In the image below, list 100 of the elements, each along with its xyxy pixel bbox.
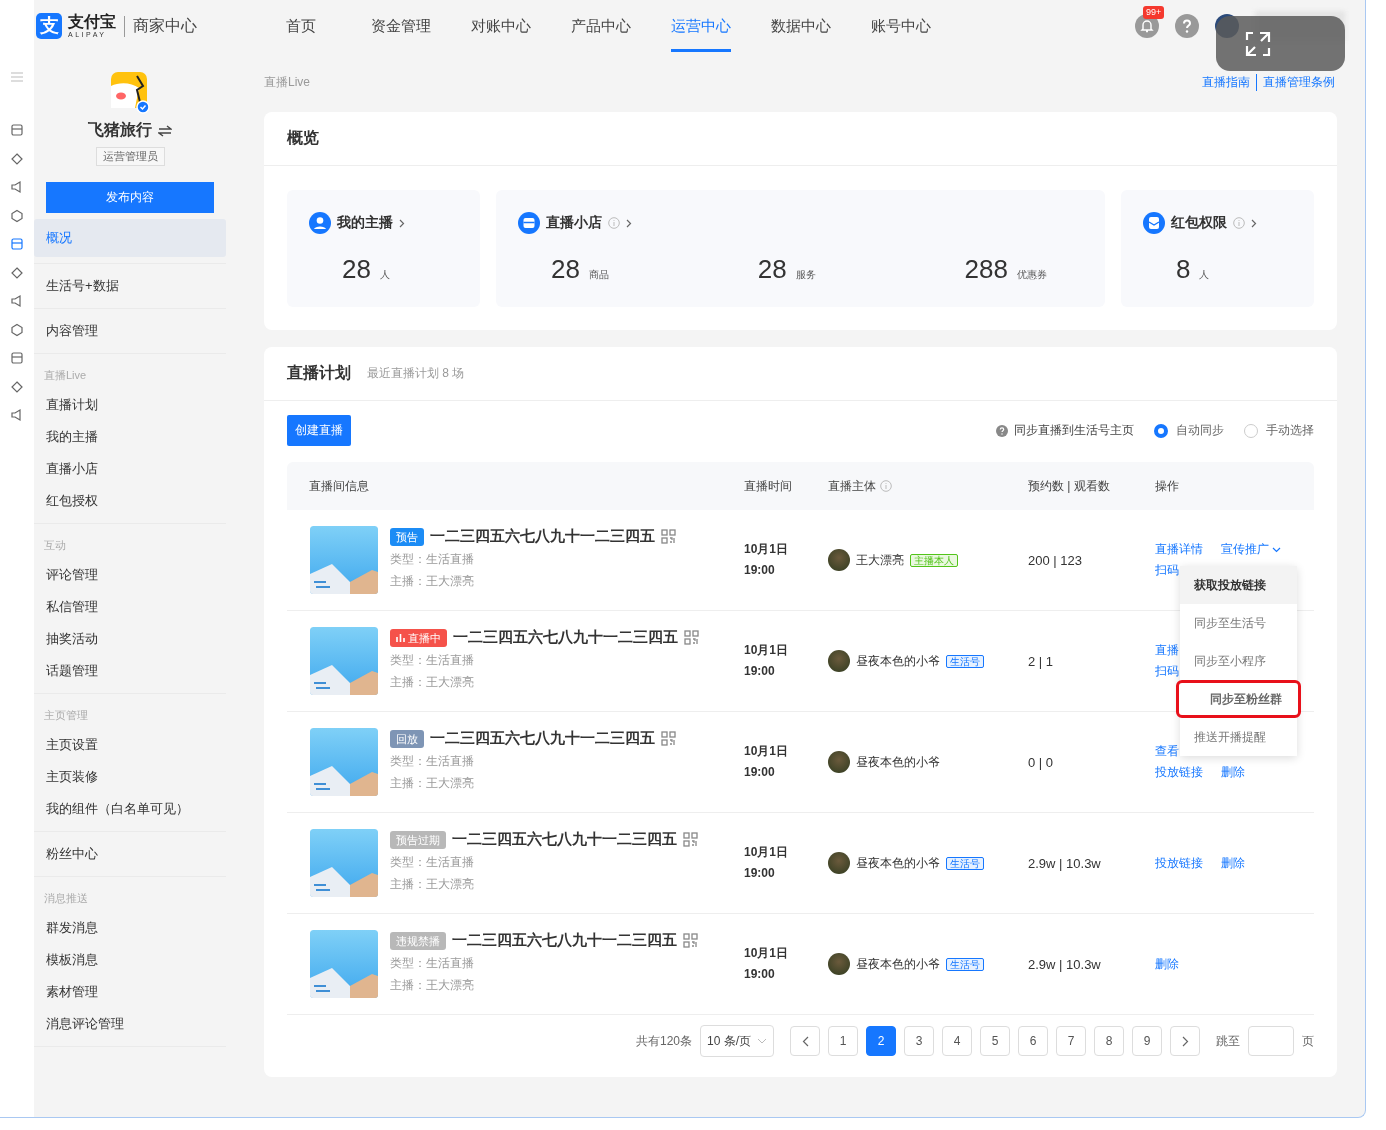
- nav-icon[interactable]: [10, 294, 24, 308]
- qr-code-icon[interactable]: [683, 933, 698, 948]
- action-link[interactable]: 扫码: [1155, 562, 1179, 579]
- page-button[interactable]: 3: [904, 1026, 934, 1056]
- qr-code-icon[interactable]: [661, 731, 676, 746]
- page-button[interactable]: 4: [942, 1026, 972, 1056]
- nav-icon[interactable]: [10, 123, 24, 137]
- fullscreen-button[interactable]: [1216, 16, 1345, 71]
- sidebar-item[interactable]: 概况: [34, 219, 226, 257]
- page-button[interactable]: 5: [980, 1026, 1010, 1056]
- count-cell-text: 2 | 1: [1028, 653, 1055, 669]
- sidebar-item[interactable]: 评论管理: [34, 559, 226, 591]
- live-date: 10月1日: [744, 642, 790, 659]
- nav-icon[interactable]: [10, 151, 24, 166]
- live-time: 19:00: [744, 562, 776, 579]
- stat-value: 28: [757, 254, 787, 285]
- column-header: 直播时间: [744, 477, 792, 495]
- radio-option[interactable]: 手动选择: [1244, 422, 1314, 439]
- sidebar-item[interactable]: 内容管理: [34, 315, 226, 347]
- sidebar-item[interactable]: 消息评论管理: [34, 1008, 226, 1040]
- sidebar-item[interactable]: 话题管理: [34, 655, 226, 687]
- sidebar-item[interactable]: 抽奖活动: [34, 623, 226, 655]
- page-size-select[interactable]: 10 条/页: [700, 1025, 774, 1057]
- column-header: 操作: [1155, 477, 1179, 495]
- sidebar-item[interactable]: 模板消息: [34, 944, 226, 976]
- page-input[interactable]: [1248, 1026, 1294, 1056]
- help-link[interactable]: 直播管理条例: [1256, 73, 1337, 91]
- subject-tag: 生活号: [946, 654, 984, 668]
- sidebar-item[interactable]: 直播小店: [34, 453, 226, 485]
- nav-icon[interactable]: [10, 180, 24, 194]
- stat-card[interactable]: 我的主播 28 人: [287, 190, 480, 307]
- nav-tab[interactable]: 对账中心: [471, 0, 531, 52]
- nav-icon[interactable]: [10, 379, 24, 394]
- subject-name: 昼夜本色的小爷: [856, 753, 940, 771]
- chevron-right-icon: [399, 218, 405, 228]
- qr-code-icon[interactable]: [683, 832, 698, 847]
- subject-name: 昼夜本色的小爷: [856, 652, 940, 670]
- action-link[interactable]: 投放链接: [1155, 764, 1203, 781]
- publish-button[interactable]: 发布内容: [46, 182, 214, 213]
- nav-icon[interactable]: [10, 208, 24, 223]
- page-button[interactable]: 9: [1132, 1026, 1162, 1056]
- radio-option[interactable]: 自动同步: [1154, 422, 1224, 439]
- menu-item[interactable]: 同步至小程序: [1180, 642, 1297, 680]
- page-button[interactable]: 1: [828, 1026, 858, 1056]
- avatar: [828, 751, 850, 773]
- menu-item[interactable]: 同步至生活号: [1180, 604, 1297, 642]
- column-header: 直播主体: [828, 477, 876, 495]
- help-icon[interactable]: [1175, 14, 1199, 38]
- nav-icon[interactable]: [10, 322, 24, 337]
- swap-icon[interactable]: [158, 124, 172, 137]
- nav-tab[interactable]: 资金管理: [371, 0, 431, 52]
- sidebar-item[interactable]: 直播计划: [34, 389, 226, 421]
- account-name: 飞猪旅行: [88, 120, 152, 140]
- help-link[interactable]: 直播指南: [1196, 73, 1256, 91]
- stat-card[interactable]: 直播小店 28 商品 28 服务 288 优惠券: [496, 190, 1105, 307]
- action-link[interactable]: 投放链接: [1155, 854, 1203, 872]
- count-cell-text: 0 | 0: [1028, 754, 1055, 770]
- info-icon: [608, 217, 620, 229]
- menu-item[interactable]: 获取投放链接: [1180, 566, 1297, 604]
- live-time: 19:00: [744, 764, 776, 781]
- dropdown-link[interactable]: 宣传推广: [1221, 541, 1281, 558]
- page-button[interactable]: 6: [1018, 1026, 1048, 1056]
- page-button[interactable]: 2: [866, 1026, 896, 1056]
- sidebar-item[interactable]: 我的组件（白名单可见）: [34, 793, 226, 825]
- nav-icon[interactable]: [10, 351, 24, 365]
- qr-code-icon[interactable]: [661, 529, 676, 544]
- sidebar-item[interactable]: 私信管理: [34, 591, 226, 623]
- sidebar-item[interactable]: 我的主播: [34, 421, 226, 453]
- action-link[interactable]: 直播: [1155, 642, 1179, 659]
- action-link[interactable]: 删除: [1221, 854, 1245, 872]
- page-button[interactable]: 7: [1056, 1026, 1086, 1056]
- action-link[interactable]: 扫码: [1155, 663, 1179, 680]
- nav-tab[interactable]: 账号中心: [871, 0, 931, 52]
- action-link[interactable]: 查看: [1155, 743, 1179, 760]
- action-link[interactable]: 删除: [1221, 764, 1245, 781]
- sidebar-item[interactable]: 群发消息: [34, 912, 226, 944]
- sidebar-item[interactable]: 红包授权: [34, 485, 226, 517]
- nav-tab[interactable]: 首页: [271, 0, 331, 52]
- menu-item[interactable]: 同步至粉丝群: [1176, 680, 1301, 718]
- nav-tab[interactable]: 数据中心: [771, 0, 831, 52]
- menu-item[interactable]: 推送开播提醒: [1180, 718, 1297, 756]
- nav-tab[interactable]: 运营中心: [671, 0, 731, 52]
- action-link[interactable]: 直播详情: [1155, 541, 1203, 558]
- chevron-right-icon: [1251, 218, 1257, 228]
- nav-icon[interactable]: [10, 237, 24, 251]
- nav-icon[interactable]: [10, 408, 24, 422]
- sidebar-item[interactable]: 生活号+数据: [34, 270, 226, 302]
- live-host: 主播：王大漂亮: [390, 775, 475, 792]
- nav-tab[interactable]: 产品中心: [571, 0, 631, 52]
- sidebar-item[interactable]: 主页设置: [34, 729, 226, 761]
- sidebar-item[interactable]: 粉丝中心: [34, 838, 226, 870]
- sidebar-item[interactable]: 素材管理: [34, 976, 226, 1008]
- action-link[interactable]: 删除: [1155, 955, 1179, 973]
- sidebar-item[interactable]: 主页装修: [34, 761, 226, 793]
- nav-icon[interactable]: [10, 265, 24, 280]
- sync-label: 同步直播到生活号主页: [1014, 422, 1134, 439]
- page-button[interactable]: 8: [1094, 1026, 1124, 1056]
- stat-card[interactable]: 红包权限 8 人: [1121, 190, 1314, 307]
- qr-code-icon[interactable]: [684, 630, 699, 645]
- create-live-button[interactable]: 创建直播: [287, 415, 351, 446]
